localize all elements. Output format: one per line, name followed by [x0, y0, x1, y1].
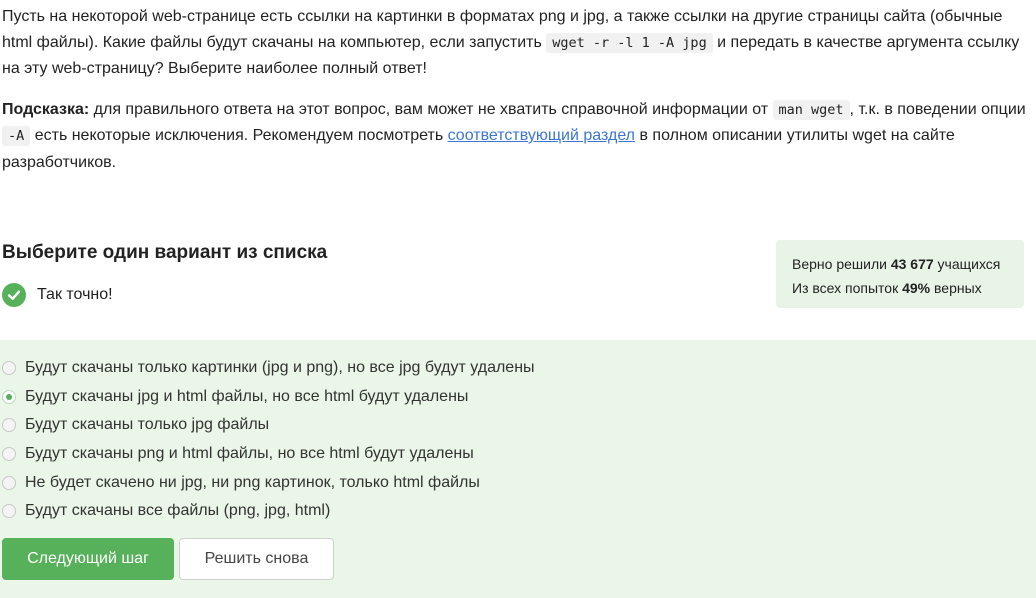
docs-section-link[interactable]: соответствующий раздел	[448, 127, 635, 144]
option-label: Будут скачаны все файлы (png, jpg, html)	[25, 502, 331, 520]
hint-text-part: есть некоторые исключения. Рекомендуем п…	[30, 127, 448, 144]
option-label: Будут скачаны только картинки (jpg и png…	[25, 359, 535, 377]
stats-solved-line: Верно решили 43 677 учащихся	[792, 252, 1024, 276]
option-5[interactable]: Не будет скачено ни jpg, ни png картинок…	[2, 468, 535, 497]
option-2[interactable]: Будут скачаны jpg и html файлы, но все h…	[2, 383, 535, 412]
radio-button[interactable]	[2, 389, 16, 404]
radio-button[interactable]	[2, 418, 16, 433]
wget-command-code: wget -r -l 1 -A jpg	[546, 32, 713, 53]
option-a-code: -A	[2, 126, 31, 146]
stats-text: верных	[930, 280, 982, 296]
radio-button[interactable]	[2, 504, 16, 519]
stats-percent-line: Из всех попыток 49% верных	[792, 276, 1024, 300]
stats-text: учащихся	[933, 256, 1001, 272]
option-3[interactable]: Будут скачаны только jpg файлы	[2, 411, 535, 440]
correct-percent: 49%	[902, 280, 931, 296]
hint-text-part: для правильного ответа на этот вопрос, в…	[89, 100, 773, 118]
result-text: Так точно!	[37, 286, 113, 303]
radio-button[interactable]	[2, 447, 16, 462]
option-label: Будут скачаны только jpg файлы	[25, 416, 270, 434]
hint-text-part: , т.к. в поведении опции	[849, 100, 1026, 118]
option-1[interactable]: Будут скачаны только картинки (jpg и png…	[2, 354, 535, 383]
man-wget-code: man wget	[772, 99, 850, 120]
options-list: Будут скачаны только картинки (jpg и png…	[2, 354, 535, 526]
stats-box: Верно решили 43 677 учащихся Из всех поп…	[776, 240, 1024, 308]
option-4[interactable]: Будут скачаны png и html файлы, но все h…	[2, 440, 535, 469]
next-step-button[interactable]: Следующий шаг	[2, 538, 174, 580]
result-status: Так точно!	[2, 282, 113, 308]
stats-text: Из всех попыток	[792, 280, 903, 296]
hint-label: Подсказка:	[2, 100, 90, 118]
option-label: Не будет скачено ни jpg, ни png картинок…	[25, 473, 480, 491]
option-label: Будут скачаны jpg и html файлы, но все h…	[25, 387, 469, 405]
stats-text: Верно решили	[792, 256, 891, 272]
section-title: Выберите один вариант из списка	[2, 242, 328, 263]
question-paragraph: Пусть на некоторой web-странице есть ссы…	[2, 4, 1028, 82]
retry-button[interactable]: Решить снова	[179, 538, 334, 580]
solved-count: 43 677	[890, 256, 934, 272]
question-text: Пусть на некоторой web-странице есть ссы…	[2, 4, 1028, 175]
option-label: Будут скачаны png и html файлы, но все h…	[25, 445, 474, 463]
radio-button[interactable]	[2, 361, 16, 376]
option-6[interactable]: Будут скачаны все файлы (png, jpg, html)	[2, 497, 535, 526]
hint-paragraph: Подсказка: для правильного ответа на это…	[2, 97, 1028, 176]
radio-button[interactable]	[2, 475, 16, 490]
check-circle-icon	[2, 283, 26, 307]
